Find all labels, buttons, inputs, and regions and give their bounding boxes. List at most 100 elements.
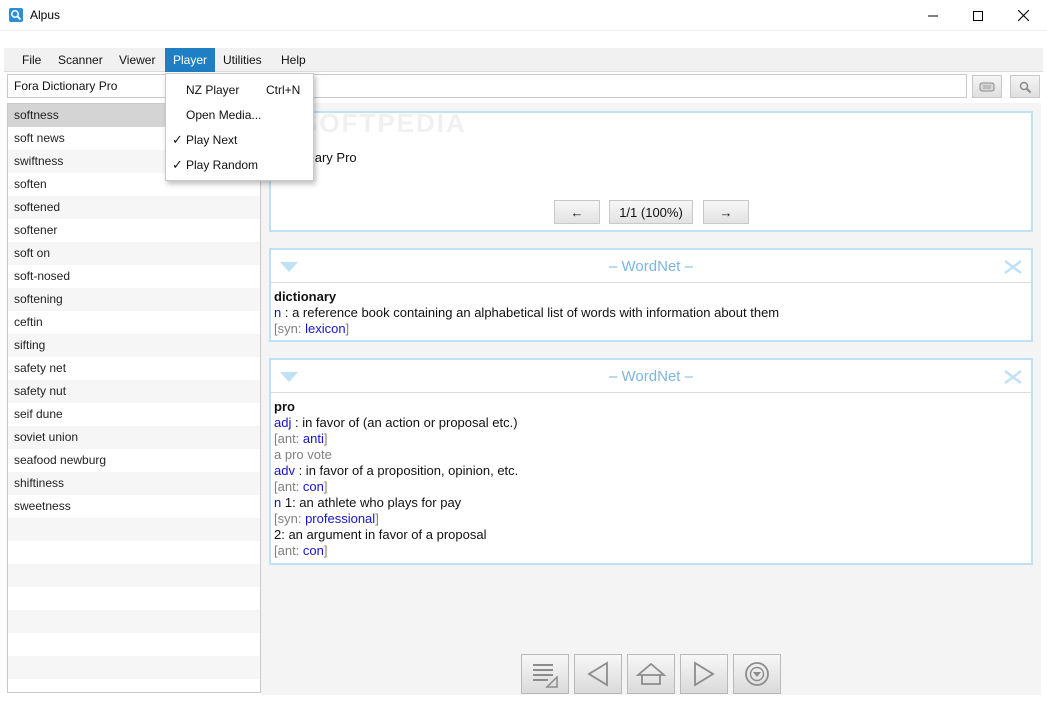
clear-button[interactable]: [972, 75, 1002, 98]
wordnet-title: – WordNet –: [609, 368, 693, 385]
empty-row: [8, 587, 260, 610]
antonym-link[interactable]: con: [303, 479, 324, 494]
minimize-icon: [928, 15, 938, 16]
word-list: softness soft news swiftness soften soft…: [7, 103, 261, 693]
menu-bar: File Scanner Viewer Player Utilities Hel…: [4, 48, 1043, 72]
player-menu-dropdown: NZ Player Ctrl+N Open Media... ✓ Play Ne…: [165, 73, 314, 181]
close-icon: [1017, 10, 1029, 21]
list-item[interactable]: sweetness: [8, 495, 260, 518]
example: a pro vote: [274, 447, 332, 462]
definition: : a reference book containing an alphabe…: [281, 305, 780, 320]
menu-item-nz-player[interactable]: NZ Player Ctrl+N: [166, 79, 313, 101]
home-button[interactable]: [627, 654, 675, 694]
wordnet-header: – WordNet –: [271, 250, 1031, 283]
menu-viewer[interactable]: Viewer: [111, 48, 163, 72]
syn-suffix: ]: [345, 321, 350, 336]
list-item[interactable]: seif dune: [8, 403, 260, 426]
ant-prefix: [ant:: [274, 543, 303, 558]
menu-item-open-media[interactable]: Open Media...: [166, 104, 313, 126]
synonym-link[interactable]: professional: [305, 511, 375, 526]
list-item[interactable]: soft-nosed: [8, 265, 260, 288]
wordnet-entry: dictionary n : a reference book containi…: [274, 289, 779, 337]
syn-prefix: [syn:: [274, 511, 306, 526]
next-page-button[interactable]: →: [703, 200, 749, 224]
watermark: SOFTPEDIA: [300, 108, 467, 138]
ant-suffix: ]: [323, 543, 328, 558]
prev-page-button[interactable]: ←: [554, 200, 600, 224]
empty-row: [8, 518, 260, 541]
list-item[interactable]: softened: [8, 196, 260, 219]
headword: pro: [274, 399, 295, 414]
antonym-link[interactable]: anti: [303, 431, 324, 446]
title-bar: Alpus: [0, 0, 1047, 31]
wordnet-entry: pro adj : in favor of (an action or prop…: [274, 399, 518, 559]
menu-file[interactable]: File: [14, 48, 49, 72]
dictionary-field[interactable]: Fora Dictionary Pro: [7, 74, 967, 98]
magnifier-icon: [1019, 81, 1032, 93]
menu-player[interactable]: Player: [165, 48, 216, 72]
ant-prefix: [ant:: [274, 479, 303, 494]
close-button[interactable]: [1000, 0, 1046, 31]
minimize-button[interactable]: [910, 0, 956, 31]
headword: dictionary: [274, 289, 337, 304]
eraser-icon: [979, 82, 995, 91]
circle-down-icon: [745, 662, 769, 686]
window-title: Alpus: [30, 8, 61, 22]
stop-button[interactable]: [733, 654, 781, 694]
back-button[interactable]: [574, 654, 622, 694]
wordnet-panel-dictionary: – WordNet – dictionary n : a reference b…: [269, 248, 1033, 342]
empty-row: [8, 610, 260, 633]
menu-item-play-random[interactable]: ✓ Play Random: [166, 154, 313, 176]
menu-utilities[interactable]: Utilities: [215, 48, 270, 72]
list-item[interactable]: safety net: [8, 357, 260, 380]
triangle-right-icon: [694, 661, 715, 687]
wordnet-title: – WordNet –: [609, 258, 693, 275]
definition: : in favor of (an action or proposal etc…: [291, 415, 518, 430]
close-panel-icon[interactable]: [1004, 260, 1022, 274]
list-item[interactable]: soft on: [8, 242, 260, 265]
list-item[interactable]: seafood newburg: [8, 449, 260, 472]
list-item[interactable]: sifting: [8, 334, 260, 357]
search-button[interactable]: [1010, 75, 1040, 98]
empty-row: [8, 633, 260, 656]
ant-suffix: ]: [323, 431, 328, 446]
synonym-link[interactable]: lexicon: [305, 321, 345, 336]
forward-button[interactable]: [680, 654, 728, 694]
definition: : in favor of a proposition, opinion, et…: [294, 463, 519, 478]
empty-row: [8, 541, 260, 564]
ant-suffix: ]: [323, 479, 328, 494]
list-item[interactable]: shiftiness: [8, 472, 260, 495]
menu-scanner[interactable]: Scanner: [50, 48, 111, 72]
definition: 2: an argument in favor of a proposal: [274, 527, 487, 542]
list-item[interactable]: safety nut: [8, 380, 260, 403]
empty-row: [8, 564, 260, 587]
antonym-link[interactable]: con: [303, 543, 324, 558]
check-icon: ✓: [172, 132, 183, 147]
list-item[interactable]: soviet union: [8, 426, 260, 449]
syn-prefix: [syn:: [274, 321, 306, 336]
app-magnifier-icon: [9, 8, 23, 22]
part-of-speech[interactable]: adv: [274, 463, 295, 478]
wordnet-panel-pro: – WordNet – pro adj : in favor of (an ac…: [269, 358, 1033, 565]
list-item[interactable]: ceftin: [8, 311, 260, 334]
empty-row: [8, 679, 260, 692]
check-icon: ✓: [172, 157, 183, 172]
page-indicator: 1/1 (100%): [609, 200, 693, 224]
ant-prefix: [ant:: [274, 431, 303, 446]
house-icon: [635, 662, 667, 685]
empty-row: [8, 656, 260, 679]
close-panel-icon[interactable]: [1004, 370, 1022, 384]
maximize-icon: [973, 10, 983, 21]
list-button[interactable]: [521, 654, 569, 694]
menu-item-play-next[interactable]: ✓ Play Next: [166, 129, 313, 151]
list-item[interactable]: softener: [8, 219, 260, 242]
syn-suffix: ]: [375, 511, 379, 526]
part-of-speech[interactable]: adj: [274, 415, 291, 430]
triangle-left-icon: [587, 661, 608, 687]
maximize-button[interactable]: [955, 0, 1001, 31]
menu-help[interactable]: Help: [273, 48, 314, 72]
definition: 1: an athlete who plays for pay: [281, 495, 462, 510]
wordnet-header: – WordNet –: [271, 360, 1031, 393]
list-icon: [533, 664, 558, 688]
list-item[interactable]: softening: [8, 288, 260, 311]
